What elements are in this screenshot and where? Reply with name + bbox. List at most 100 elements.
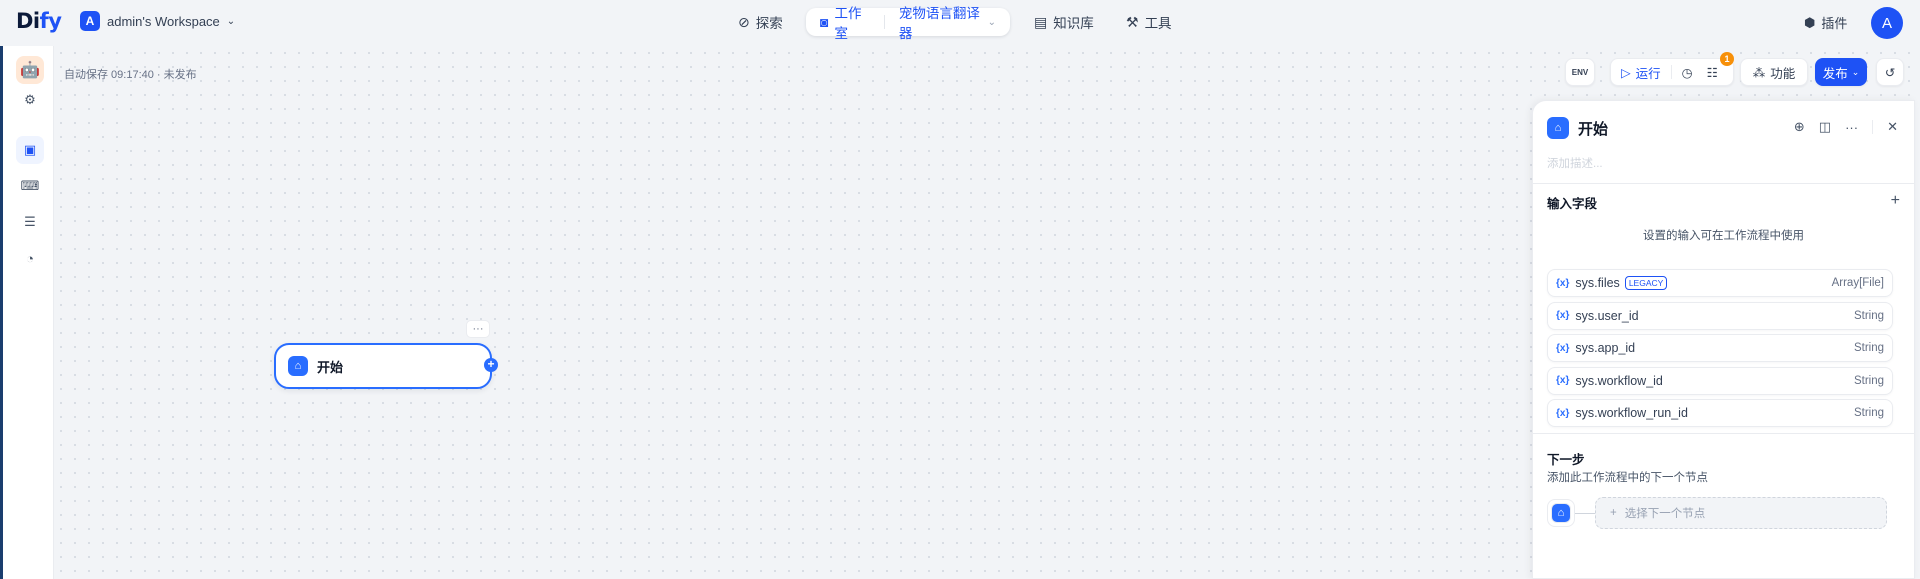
publish-button[interactable]: 发布 ⌄: [1815, 58, 1867, 86]
studio-icon: ◙: [820, 14, 829, 30]
select-next-node-label: 选择下一个节点: [1624, 508, 1706, 520]
plugins-label: 插件: [1821, 16, 1848, 31]
features-icon: ⁂: [1752, 65, 1766, 80]
app-robot-icon[interactable]: 🤖: [16, 56, 44, 84]
variable-icon: {x}: [1556, 277, 1570, 289]
checklist-icon[interactable]: ☷: [1707, 65, 1718, 80]
nav-knowledge-label: 知识库: [1053, 16, 1094, 31]
checklist-badge: 1: [1720, 52, 1734, 66]
nav-tools[interactable]: ⚒ 工具: [1114, 8, 1184, 36]
env-button[interactable]: ENV: [1565, 58, 1595, 86]
description-input[interactable]: 添加描述...: [1547, 155, 1603, 171]
play-icon: ▷: [1621, 65, 1631, 80]
chevron-down-icon: ⌄: [1851, 66, 1860, 77]
nav-divider: [883, 15, 885, 29]
left-sidebar: 🤖 ⚙ ▣ ⌨ ☰ ◔: [0, 46, 54, 579]
variable-type: String: [1853, 309, 1884, 322]
help-icon[interactable]: ⊕: [1794, 119, 1805, 135]
variable-name-group: sys.app_id: [1575, 341, 1854, 355]
more-icon[interactable]: ···: [1845, 120, 1858, 135]
features-label: 功能: [1770, 66, 1796, 81]
variable-icon: {x}: [1556, 342, 1570, 354]
monitor-icon[interactable]: ◔: [16, 244, 44, 272]
connector-line: [1575, 512, 1595, 514]
add-input-button[interactable]: +: [1891, 192, 1900, 210]
workspace-switcher[interactable]: A admin's Workspace ⌄: [80, 11, 235, 31]
variable-name: sys.workflow_id: [1575, 373, 1663, 388]
home-icon: ⌂: [1551, 503, 1571, 523]
nav-explore-label: 探索: [755, 16, 783, 31]
logs-icon[interactable]: ☰: [16, 208, 44, 236]
run-label: 运行: [1635, 66, 1661, 81]
chevron-down-icon: ⌄: [226, 15, 236, 27]
dify-logo[interactable]: Dify: [16, 9, 62, 33]
top-bar: Dify A admin's Workspace ⌄ ⊘ 探索 ◙ 工作室 宠物…: [0, 0, 1920, 46]
publish-label: 发布: [1822, 66, 1848, 81]
input-fields-title: 输入字段: [1547, 197, 1598, 211]
explore-icon: ⊘: [738, 13, 750, 30]
app-selector[interactable]: 宠物语言翻译器: [899, 2, 982, 42]
split-view-icon[interactable]: ◫: [1819, 119, 1831, 135]
nav-studio[interactable]: ◙ 工作室 宠物语言翻译器 ⌄: [806, 6, 1010, 41]
legacy-badge: LEGACY: [1624, 276, 1668, 290]
variable-name-group: sys.user_id: [1575, 309, 1854, 323]
nav-tools-label: 工具: [1144, 16, 1172, 31]
variable-row[interactable]: {x} sys.workflow_run_id String: [1547, 399, 1893, 427]
history-run-icon[interactable]: ◷: [1682, 65, 1693, 80]
variable-icon: {x}: [1556, 407, 1570, 419]
nav-knowledge[interactable]: ▤ 知识库: [1022, 8, 1106, 36]
variable-name-group: sys.workflow_run_id: [1575, 406, 1854, 420]
variable-type: String: [1853, 342, 1884, 354]
workspace-avatar: A: [80, 11, 100, 31]
panel-header: ⌂ 开始: [1547, 117, 1608, 139]
start-node-title: 开始: [317, 359, 344, 375]
variable-type: Array[File]: [1831, 277, 1884, 289]
input-fields-hint: 设置的输入可在工作流程中使用: [1643, 230, 1804, 242]
terminal-icon[interactable]: ⌨: [16, 172, 44, 200]
system-variables-list: {x} sys.files LEGACY Array[File] {x} sys.user…: [1547, 269, 1893, 432]
orchestrate-icon[interactable]: ▣: [16, 136, 44, 164]
plugins-button[interactable]: ⬢ 插件: [1804, 13, 1847, 32]
close-icon[interactable]: ✕: [1887, 119, 1898, 135]
plugin-icon: ⬢: [1804, 14, 1816, 30]
start-node[interactable]: ⌂ 开始: [274, 343, 492, 389]
next-step-title: 下一步: [1547, 453, 1585, 467]
user-avatar[interactable]: A: [1871, 7, 1903, 39]
variable-row[interactable]: {x} sys.user_id String: [1547, 301, 1893, 330]
variable-name: sys.user_id: [1575, 308, 1639, 323]
variable-row[interactable]: {x} sys.files LEGACY Array[File]: [1547, 269, 1893, 297]
home-icon: ⌂: [1547, 117, 1569, 139]
divider: [1533, 183, 1914, 184]
variable-row[interactable]: {x} sys.workflow_id String: [1547, 366, 1893, 395]
select-next-node-button[interactable]: + 选择下一个节点: [1595, 497, 1887, 529]
variable-name-group: sys.workflow_id: [1575, 374, 1854, 388]
nav-studio-label: 工作室: [834, 6, 862, 41]
version-history-button[interactable]: ↺: [1876, 58, 1904, 86]
variable-name: sys.workflow_run_id: [1575, 406, 1688, 420]
autosave-status: 自动保存 09:17:40 · 未发布: [64, 69, 197, 81]
panel-actions: ⊕ ◫ ··· ✕: [1794, 119, 1898, 135]
node-config-panel: ⌂ 开始 ⊕ ◫ ··· ✕ 添加描述... 输入字段 + 设置的输入可在工作流…: [1532, 100, 1915, 579]
workspace-name: admin's Workspace: [107, 13, 220, 29]
run-button[interactable]: ▷ 运行: [1621, 63, 1661, 82]
nav-explore[interactable]: ⊘ 探索: [726, 8, 795, 36]
features-button[interactable]: ⁂ 功能: [1740, 58, 1808, 86]
add-next-node-handle[interactable]: +: [484, 358, 498, 372]
settings-sliders-icon[interactable]: ⚙: [16, 86, 44, 114]
current-node-thumb: ⌂: [1547, 499, 1575, 527]
knowledge-icon: ▤: [1034, 13, 1048, 30]
panel-title[interactable]: 开始: [1578, 118, 1608, 139]
divider: [1872, 120, 1874, 134]
node-more-button[interactable]: ···: [466, 320, 490, 338]
next-step-row: ⌂ + 选择下一个节点: [1547, 497, 1887, 529]
variable-icon: {x}: [1556, 375, 1570, 386]
history-icon: ↺: [1884, 65, 1896, 80]
tools-icon: ⚒: [1126, 13, 1139, 30]
env-icon: ENV: [1571, 67, 1589, 77]
plus-icon: +: [1610, 507, 1617, 519]
divider: [1670, 65, 1672, 79]
variable-icon: {x}: [1556, 310, 1570, 321]
chevron-down-icon: ⌄: [987, 16, 996, 28]
variable-row[interactable]: {x} sys.app_id String: [1547, 334, 1893, 362]
variable-name-group: sys.files LEGACY: [1575, 276, 1831, 290]
